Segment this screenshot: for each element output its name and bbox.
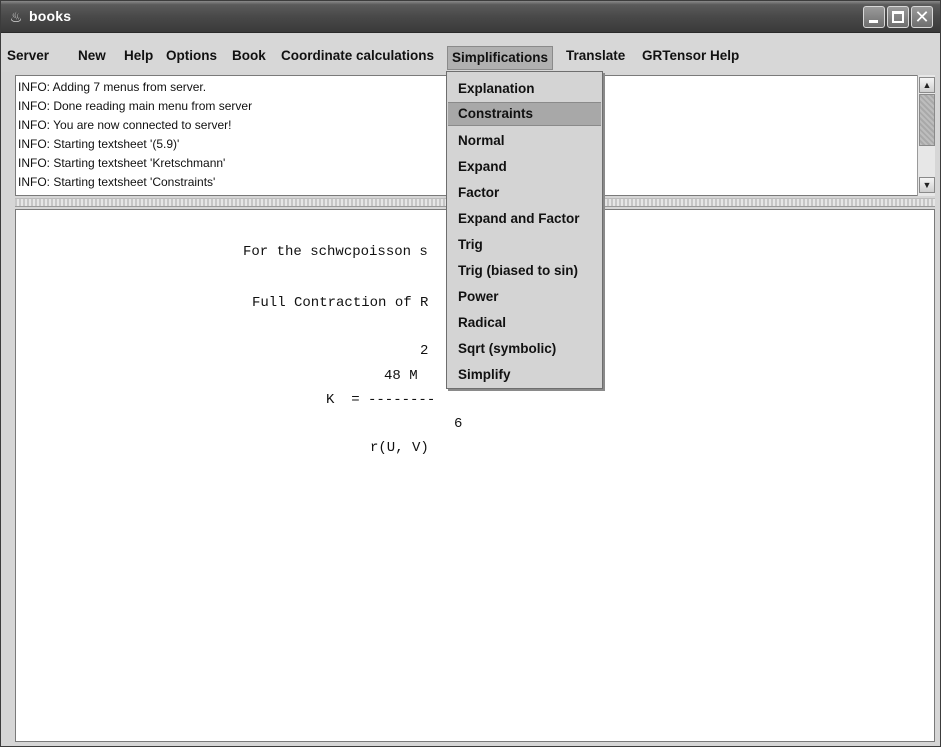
menu-help[interactable]: Help: [124, 47, 153, 65]
menu-options[interactable]: Options: [166, 47, 217, 65]
worksheet-subheading-line: Full Contraction of R: [252, 295, 429, 311]
dropdown-item-trig[interactable]: Trig: [448, 233, 601, 257]
dropdown-item-simplify[interactable]: Simplify: [448, 363, 601, 387]
java-cup-icon: ♨: [9, 9, 23, 25]
menu-bar: Server New Help Options Book Coordinate …: [1, 34, 940, 72]
menu-book[interactable]: Book: [232, 47, 266, 65]
dropdown-item-radical[interactable]: Radical: [448, 311, 601, 335]
menu-coordinate-calculations[interactable]: Coordinate calculations: [281, 47, 434, 65]
log-line: INFO: Done reading main menu from server: [18, 99, 253, 113]
log-line: INFO: Starting textsheet '(5.9)': [18, 137, 180, 151]
menu-simplifications[interactable]: Simplifications: [447, 46, 554, 70]
dropdown-item-expand-and-factor[interactable]: Expand and Factor: [448, 207, 601, 231]
simplifications-dropdown: Explanation Constraints Normal Expand Fa…: [446, 71, 603, 389]
menu-grtensor-help[interactable]: GRTensor Help: [642, 47, 739, 65]
equation-denominator: r(U, V): [370, 440, 429, 456]
log-line: INFO: Adding 7 menus from server.: [18, 80, 207, 94]
window-title: books: [29, 8, 72, 24]
close-icon: ✕: [914, 7, 930, 27]
equation-fraction-line: K = --------: [326, 392, 436, 408]
arrow-down-icon: ▼: [922, 180, 932, 190]
maximize-icon: [892, 11, 904, 23]
scroll-down-button[interactable]: ▼: [919, 177, 935, 193]
menu-server[interactable]: Server: [7, 47, 49, 65]
log-line: INFO: You are now connected to server!: [18, 118, 232, 132]
log-line: INFO: Starting textsheet 'Constraints': [18, 175, 216, 189]
equation-denominator-exponent: 6: [454, 416, 463, 432]
dropdown-item-trig-biased-to-sin[interactable]: Trig (biased to sin): [448, 259, 601, 283]
dropdown-item-factor[interactable]: Factor: [448, 181, 601, 205]
equation-exponent: 2: [420, 343, 429, 359]
equation-numerator: 48 M: [384, 368, 418, 384]
log-scrollbar[interactable]: ▲ ▼: [917, 75, 935, 196]
minimize-icon: [869, 20, 878, 23]
worksheet-heading-line: For the schwcpoisson s: [243, 244, 428, 260]
dropdown-item-constraints[interactable]: Constraints: [448, 102, 601, 126]
minimize-button[interactable]: [863, 6, 885, 28]
log-line: INFO: Starting textsheet 'Kretschmann': [18, 156, 226, 170]
close-button[interactable]: ✕: [911, 6, 933, 28]
dropdown-item-sqrt-symbolic[interactable]: Sqrt (symbolic): [448, 337, 601, 361]
title-bar[interactable]: ♨ books ✕: [1, 1, 940, 33]
app-window: ♨ books ✕ Server New Help Options Book C…: [0, 0, 941, 747]
menu-new[interactable]: New: [78, 47, 106, 65]
dropdown-item-normal[interactable]: Normal: [448, 129, 601, 153]
dropdown-item-expand[interactable]: Expand: [448, 155, 601, 179]
dropdown-item-explanation[interactable]: Explanation: [448, 77, 601, 101]
maximize-button[interactable]: [887, 6, 909, 28]
dropdown-item-power[interactable]: Power: [448, 285, 601, 309]
menu-translate[interactable]: Translate: [566, 47, 625, 65]
scroll-thumb[interactable]: [919, 94, 935, 146]
arrow-up-icon: ▲: [922, 80, 932, 90]
scroll-up-button[interactable]: ▲: [919, 77, 935, 93]
